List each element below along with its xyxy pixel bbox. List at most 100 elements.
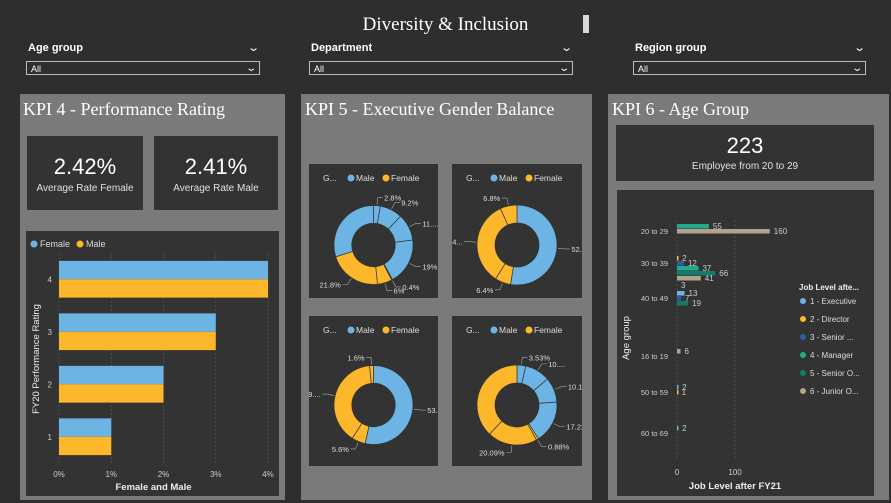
bar-job-level [677, 296, 682, 301]
kpi4-panel: KPI 4 - Performance Rating 2.42% Average… [20, 94, 285, 500]
donut-leader-line [537, 363, 547, 371]
x-axis-title: Job Level after FY21 [689, 481, 782, 492]
donut-leader-line [557, 248, 570, 250]
legend-marker [800, 370, 806, 376]
gender-donut-chart: G... Male Female 3.53%10.... 10.1... 17.22% 0.… [466, 325, 592, 458]
y-tick-label: 60 to 69 [641, 429, 668, 438]
data-label: 11.... [422, 219, 438, 228]
legend-marker-female [382, 174, 390, 182]
bar-job-level [677, 276, 701, 281]
age-job-level-chart: 0 10020 to 295516030 to 39212376641340 to… [621, 220, 860, 492]
donut-leader-line [409, 263, 421, 267]
data-label: 1.6% [348, 354, 365, 363]
legend-label: Female [534, 173, 563, 183]
donut-leader-line [322, 393, 335, 396]
x-axis-title: Female and Male [115, 482, 191, 493]
region-group-slicer: Region group ⌄ [635, 42, 866, 54]
department-slicer: Department ⌄ [311, 42, 573, 54]
bar-job-level [677, 426, 679, 431]
legend-marker [800, 388, 806, 394]
kpi5-panel: KPI 5 - Executive Gender Balance G... Mal… [301, 94, 593, 500]
data-label: 3.53% [529, 353, 551, 362]
bar-job-level [677, 301, 689, 306]
x-tick-label: 0% [53, 470, 65, 479]
donut-slice [476, 364, 518, 435]
scrollbar-handle[interactable] [583, 15, 589, 33]
y-tick-label: 4 [48, 275, 53, 284]
legend-label: Female [534, 325, 563, 335]
age-group-dropdown[interactable]: All ⌄ [26, 61, 260, 75]
data-label: 9.2% [401, 199, 418, 208]
legend-marker-male [490, 174, 498, 182]
data-label: 6.4% [476, 286, 493, 295]
region-group-label: Region group [635, 42, 707, 54]
legend-marker-female [525, 174, 533, 182]
data-label: 5.6% [332, 445, 349, 454]
chevron-down-icon[interactable]: ⌄ [247, 41, 260, 54]
chevron-down-icon[interactable]: ⌄ [853, 41, 866, 54]
department-dropdown[interactable]: All ⌄ [309, 61, 573, 75]
bar-job-level [677, 349, 681, 354]
bar-female [59, 365, 164, 385]
page-title: Diversity & Inclusion [362, 14, 529, 35]
chevron-down-icon[interactable]: ⌄ [560, 41, 573, 54]
data-label: 39.... [309, 390, 321, 399]
kpi-label: Employee from 20 to 29 [691, 161, 799, 172]
bar-job-level [677, 224, 709, 229]
data-label: 0.4% [402, 283, 419, 292]
data-label: 52.6% [571, 245, 582, 254]
donut-leader-line [501, 197, 509, 205]
donut-card-2: G... Male Female 52.6% 6.4% 34... 6.8% [448, 164, 593, 298]
y-axis-title: Age group [621, 316, 632, 360]
donut-leader-line [384, 283, 393, 291]
legend-marker-male [347, 174, 355, 182]
donut-card-3: G... Male Female 53.4% 5.6% 39.... 1.6% [304, 316, 449, 466]
bar-male [59, 331, 216, 351]
legend-marker [800, 298, 806, 304]
gender-donut-chart: G... Male Female 52.6% 6.4% 34... 6.8% [448, 173, 593, 295]
y-tick-label: 30 to 39 [641, 259, 668, 268]
donut-leader-line [342, 278, 352, 285]
legend-label: Male [356, 173, 375, 183]
y-axis-title: FY20 Performance Rating [31, 304, 42, 414]
kpi-value: 2.42% [53, 154, 117, 179]
chevron-down-icon: ⌄ [244, 63, 257, 74]
bar-job-level [677, 390, 679, 395]
legend-label: Male [499, 173, 518, 183]
bar-job-level [677, 229, 770, 234]
legend-label: 1 - Executive [810, 297, 857, 306]
bar-job-level [677, 261, 684, 266]
y-tick-label: 3 [48, 328, 53, 337]
region-group-dropdown[interactable]: All ⌄ [633, 61, 866, 75]
legend-marker-male [76, 240, 84, 248]
y-tick-label: 2 [48, 380, 53, 389]
data-label: 66 [719, 269, 728, 278]
legend-marker-male [490, 326, 498, 334]
legend-marker [800, 316, 806, 322]
bar-job-level [677, 291, 685, 296]
legend-label: Female [391, 173, 420, 183]
donut-leader-line [521, 356, 528, 365]
donut-title: G... [323, 173, 337, 183]
legend-marker-male [347, 326, 355, 334]
donut-leader-line [376, 197, 383, 205]
bar-job-level [677, 256, 679, 261]
department-value: All [314, 64, 325, 74]
kpi-label: Average Rate Male [173, 183, 259, 194]
legend-label: 2 - Director [810, 315, 850, 324]
donut-leader-line [494, 283, 503, 291]
donut-slice [510, 204, 558, 286]
kpi-value: 223 [726, 133, 764, 158]
department-label: Department [311, 42, 373, 54]
kpi-card-female: 2.42% Average Rate Female [27, 136, 143, 210]
data-label: 2 [682, 424, 687, 433]
bar-male [59, 436, 112, 456]
bar-job-level [677, 266, 699, 271]
bar-job-level [677, 385, 679, 390]
data-label: 160 [774, 227, 788, 236]
legend-marker-female [525, 326, 533, 334]
kpi-card-age: 223 Employee from 20 to 29 [616, 125, 874, 181]
chevron-down-icon: ⌄ [557, 63, 570, 74]
legend-label: Female [391, 325, 420, 335]
data-label: 13 [689, 289, 698, 298]
